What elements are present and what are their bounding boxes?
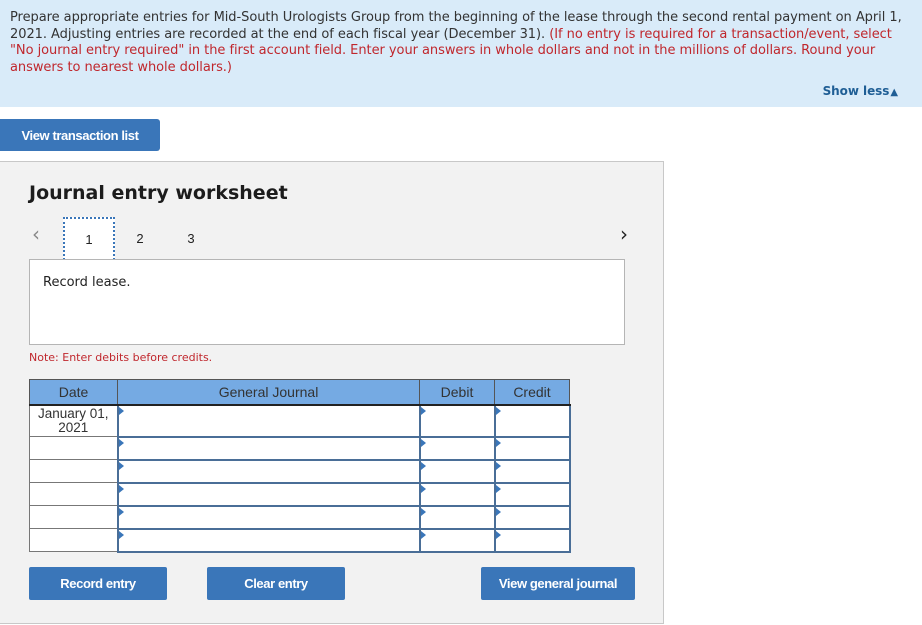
dropdown-marker-icon bbox=[118, 461, 124, 470]
date-cell bbox=[29, 505, 118, 529]
tab-3[interactable]: 3 bbox=[165, 217, 217, 259]
table-row bbox=[29, 527, 571, 553]
credit-input[interactable] bbox=[493, 403, 571, 438]
date-cell bbox=[29, 459, 118, 483]
dropdown-marker-icon bbox=[118, 507, 124, 516]
chevron-right-icon[interactable]: › bbox=[620, 222, 628, 246]
dropdown-marker-icon bbox=[118, 484, 124, 493]
journal-entry-worksheet: Journal entry worksheet ‹ 1 2 3 › Record… bbox=[0, 161, 664, 624]
chevron-left-icon[interactable]: ‹ bbox=[32, 222, 40, 246]
instructions-panel: Prepare appropriate entries for Mid-Sout… bbox=[0, 0, 922, 107]
input-marker-icon bbox=[495, 530, 501, 539]
input-marker-icon bbox=[495, 406, 501, 415]
input-marker-icon bbox=[495, 461, 501, 470]
debit-input[interactable] bbox=[418, 527, 496, 553]
clear-entry-button[interactable]: Clear entry bbox=[207, 567, 345, 600]
account-input[interactable] bbox=[116, 527, 421, 553]
credit-header: Credit bbox=[494, 379, 570, 406]
tab-1[interactable]: 1 bbox=[63, 217, 115, 260]
journal-table: Date General Journal Debit Credit Januar… bbox=[29, 379, 571, 553]
credit-input[interactable] bbox=[493, 504, 571, 530]
input-marker-icon bbox=[420, 530, 426, 539]
debit-input[interactable] bbox=[418, 504, 496, 530]
debit-input[interactable] bbox=[418, 481, 496, 507]
input-marker-icon bbox=[420, 406, 426, 415]
date-cell bbox=[29, 482, 118, 506]
credit-input[interactable] bbox=[493, 458, 571, 484]
input-marker-icon bbox=[495, 507, 501, 516]
date-cell bbox=[29, 528, 118, 552]
table-row bbox=[29, 435, 571, 461]
table-row bbox=[29, 504, 571, 530]
date-value: January 01, 2021 bbox=[37, 405, 109, 435]
date-cell: January 01, 2021 bbox=[29, 404, 118, 437]
credit-input[interactable] bbox=[493, 527, 571, 553]
debit-input[interactable] bbox=[418, 435, 496, 461]
transaction-description: Record lease. bbox=[29, 259, 625, 345]
view-general-journal-button[interactable]: View general journal bbox=[481, 567, 635, 600]
account-input[interactable] bbox=[116, 458, 421, 484]
dropdown-marker-icon bbox=[118, 438, 124, 447]
dropdown-marker-icon bbox=[118, 530, 124, 539]
debit-input[interactable] bbox=[418, 458, 496, 484]
account-input[interactable] bbox=[116, 403, 421, 438]
triangle-up-icon: ▲ bbox=[890, 87, 898, 98]
debit-credit-note: Note: Enter debits before credits. bbox=[29, 351, 213, 364]
input-marker-icon bbox=[420, 507, 426, 516]
date-header: Date bbox=[29, 379, 118, 406]
description-text: Record lease. bbox=[43, 275, 131, 290]
account-input[interactable] bbox=[116, 481, 421, 507]
table-row: January 01, 2021 bbox=[29, 403, 571, 438]
date-cell bbox=[29, 436, 118, 460]
journal-header-row: Date General Journal Debit Credit bbox=[29, 379, 570, 406]
dropdown-marker-icon bbox=[118, 406, 124, 415]
general-journal-header: General Journal bbox=[117, 379, 420, 406]
record-entry-button[interactable]: Record entry bbox=[29, 567, 167, 600]
credit-input[interactable] bbox=[493, 481, 571, 507]
input-marker-icon bbox=[420, 461, 426, 470]
worksheet-title: Journal entry worksheet bbox=[29, 182, 288, 204]
tab-2[interactable]: 2 bbox=[114, 217, 166, 259]
table-row bbox=[29, 481, 571, 507]
input-marker-icon bbox=[420, 484, 426, 493]
credit-input[interactable] bbox=[493, 435, 571, 461]
debit-header: Debit bbox=[419, 379, 495, 406]
input-marker-icon bbox=[495, 438, 501, 447]
view-transaction-list-button[interactable]: View transaction list bbox=[0, 119, 160, 151]
debit-input[interactable] bbox=[418, 403, 496, 438]
input-marker-icon bbox=[495, 484, 501, 493]
account-input[interactable] bbox=[116, 435, 421, 461]
show-less-label: Show less bbox=[822, 84, 890, 98]
account-input[interactable] bbox=[116, 504, 421, 530]
input-marker-icon bbox=[420, 438, 426, 447]
table-row bbox=[29, 458, 571, 484]
show-less-link[interactable]: Show less▲ bbox=[823, 83, 898, 102]
